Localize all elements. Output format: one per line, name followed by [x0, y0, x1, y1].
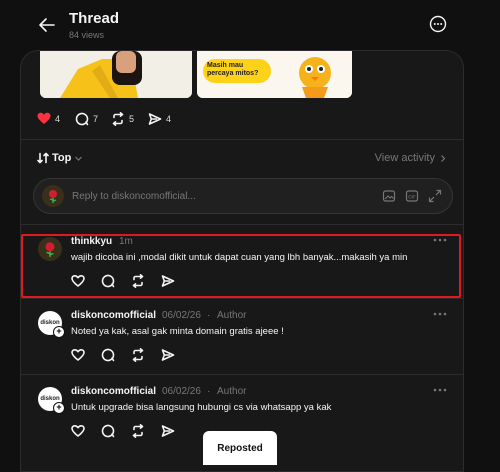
sort-label: Top — [52, 152, 72, 164]
divider — [21, 139, 463, 140]
heart-icon[interactable] — [71, 424, 85, 438]
more-options-icon[interactable] — [428, 14, 448, 34]
comment-icon[interactable] — [101, 274, 115, 288]
heart-icon[interactable] — [71, 348, 85, 362]
comment-item: diskon + diskoncomofficial 06/02/26 · Au… — [21, 308, 463, 368]
toast-label: Reposted — [217, 442, 263, 454]
repost-icon[interactable] — [131, 348, 145, 362]
divider — [21, 298, 463, 299]
chevron-down-icon — [74, 154, 83, 163]
follow-plus-icon[interactable]: + — [53, 326, 65, 338]
heart-icon[interactable] — [71, 274, 85, 288]
share-button[interactable]: 4 — [148, 112, 171, 126]
reply-input[interactable]: Reply to diskoncomofficial... GIF — [33, 178, 453, 214]
comment-icon[interactable] — [101, 424, 115, 438]
user-avatar — [42, 185, 64, 207]
comment-text: wajib dicoba ini ,modal dikit untuk dapa… — [71, 252, 408, 263]
post-image-person[interactable] — [40, 51, 192, 98]
more-options-icon[interactable] — [432, 311, 448, 321]
send-icon — [148, 112, 162, 126]
commenter-avatar[interactable]: diskon + — [38, 311, 65, 338]
divider — [21, 224, 463, 225]
separator-dot: · — [207, 386, 211, 397]
expand-icon[interactable] — [428, 189, 442, 203]
separator-dot: · — [207, 310, 211, 321]
back-arrow-icon[interactable] — [36, 14, 58, 36]
repost-icon — [111, 112, 125, 126]
more-options-icon[interactable] — [432, 387, 448, 397]
comment-text: Untuk upgrade bisa langsung hubungi cs v… — [71, 402, 332, 413]
follow-plus-icon[interactable]: + — [53, 402, 65, 414]
page-title: Thread — [69, 10, 120, 27]
image-icon[interactable] — [382, 189, 396, 203]
svg-text:GIF: GIF — [408, 194, 416, 200]
view-count: 84 views — [69, 30, 105, 40]
reply-placeholder[interactable]: Reply to diskoncomofficial... — [72, 191, 382, 202]
author-badge: Author — [217, 310, 247, 321]
comment-count: 7 — [93, 114, 99, 124]
reposted-toast: Reposted — [203, 431, 277, 465]
comment-time: 1m — [119, 236, 133, 247]
promo-text-line2: percaya mitos? — [207, 70, 259, 77]
comment-icon[interactable] — [101, 348, 115, 362]
sort-icon — [37, 152, 49, 164]
repost-button[interactable]: 5 — [111, 112, 134, 126]
share-count: 4 — [166, 114, 172, 124]
heart-filled-icon — [37, 112, 51, 125]
commenter-username[interactable]: diskoncomofficial — [71, 386, 156, 397]
comment-time: 06/02/26 — [162, 386, 201, 397]
author-badge: Author — [217, 386, 247, 397]
sort-dropdown[interactable]: Top — [37, 152, 83, 164]
send-icon[interactable] — [161, 274, 175, 288]
like-count: 4 — [55, 113, 61, 124]
view-activity-label: View activity — [374, 152, 435, 164]
gif-icon[interactable]: GIF — [405, 189, 419, 203]
comment-item: thinkkyu 1m wajib dicoba ini ,modal diki… — [21, 234, 463, 294]
comment-time: 06/02/26 — [162, 310, 201, 321]
send-icon[interactable] — [161, 424, 175, 438]
commenter-username[interactable]: thinkkyu — [71, 236, 112, 247]
divider — [21, 374, 463, 375]
repost-count: 5 — [129, 114, 135, 124]
view-activity-link[interactable]: View activity — [375, 152, 447, 164]
repost-icon[interactable] — [131, 424, 145, 438]
send-icon[interactable] — [161, 348, 175, 362]
like-button[interactable]: 4 — [37, 112, 60, 125]
commenter-username[interactable]: diskoncomofficial — [71, 310, 156, 321]
commenter-avatar[interactable]: diskon + — [38, 387, 65, 414]
more-options-icon[interactable] — [432, 237, 448, 247]
comment-text: Noted ya kak, asal gak minta domain grat… — [71, 326, 284, 337]
repost-icon[interactable] — [131, 274, 145, 288]
commenter-avatar[interactable] — [38, 237, 62, 261]
chevron-right-icon — [439, 154, 447, 163]
comment-icon — [75, 112, 89, 126]
thread-panel: Masih mau percaya mitos? 4 7 5 4 Top Vie… — [20, 50, 464, 472]
post-image-promo[interactable]: Masih mau percaya mitos? — [197, 51, 352, 98]
promo-text-line1: Masih mau — [207, 62, 244, 69]
comment-button[interactable]: 7 — [75, 112, 98, 126]
